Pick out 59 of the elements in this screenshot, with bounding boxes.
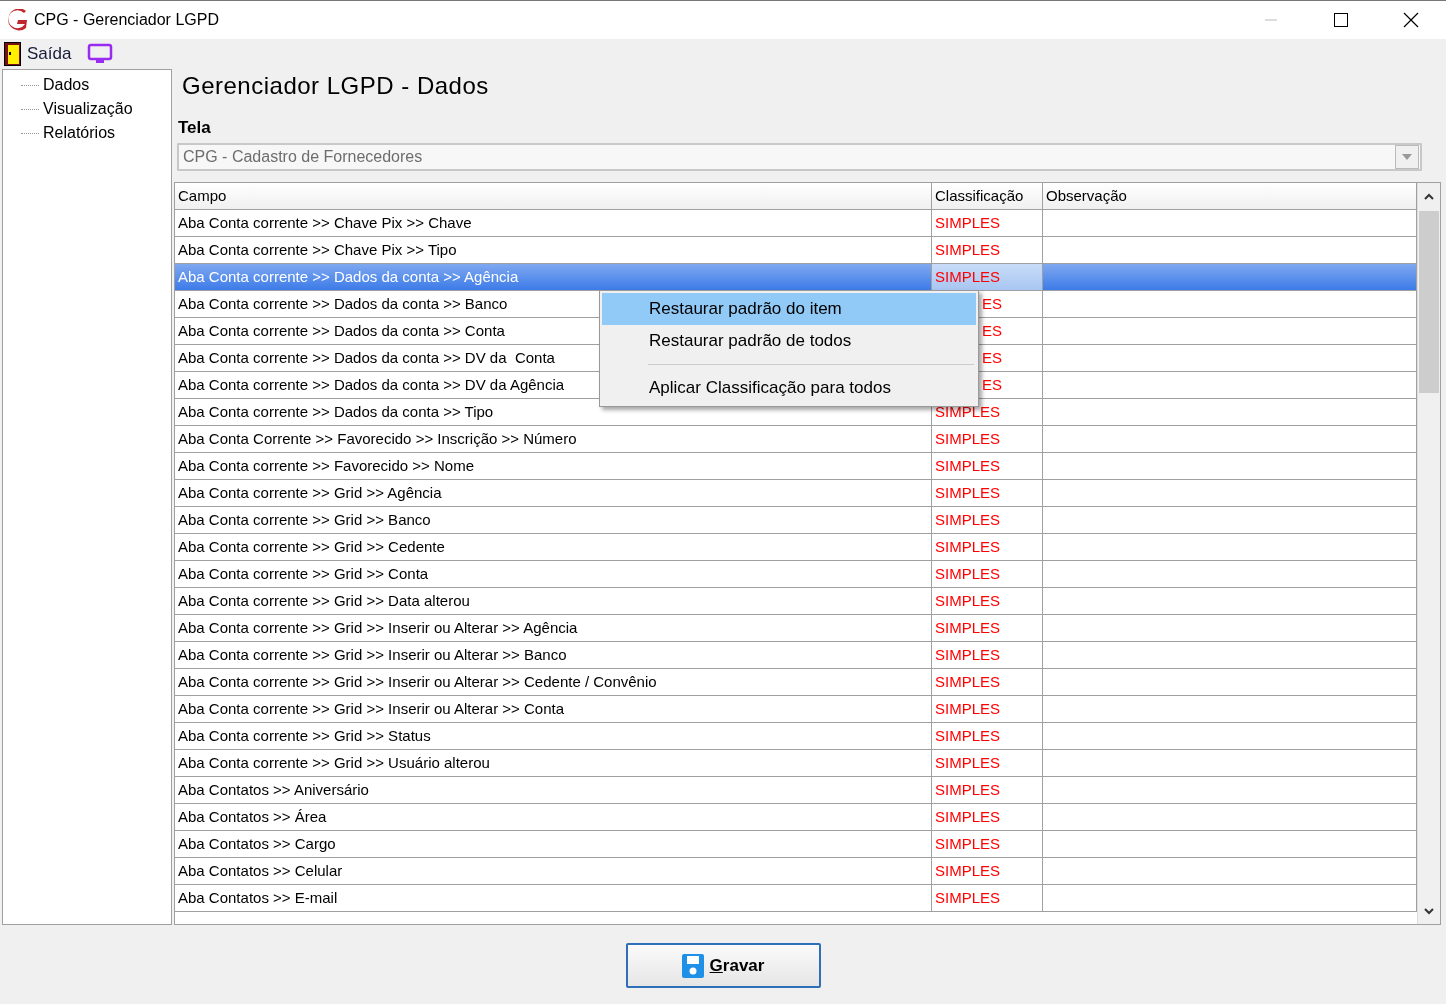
menu-item[interactable]: Restaurar padrão do item	[602, 293, 976, 325]
tree-item[interactable]: Visualização	[41, 100, 135, 118]
table-cell: SIMPLES	[932, 858, 1043, 885]
table-cell: Aba Contatos >> E-mail	[175, 885, 932, 912]
table-cell: Aba Conta corrente >> Grid >> Inserir ou Alterar >> Conta	[175, 696, 932, 723]
table-cell: SIMPLES	[932, 210, 1043, 237]
table-cell: Aba Conta corrente >> Favorecido >> Nome	[175, 453, 932, 480]
table-cell: SIMPLES	[932, 588, 1043, 615]
maximize-icon[interactable]	[1334, 13, 1348, 27]
table-cell: SIMPLES	[932, 534, 1043, 561]
table-cell: Aba Conta corrente >> Dados da conta >> Agência	[175, 264, 932, 291]
table-cell: Aba Contatos >> Aniversário	[175, 777, 932, 804]
table-cell: Aba Conta corrente >> Grid >> Banco	[175, 507, 932, 534]
save-button[interactable]: Gravar	[625, 943, 821, 988]
table-cell: SIMPLES	[932, 804, 1043, 831]
monitor-icon[interactable]	[87, 43, 114, 65]
table-cell: Aba Conta corrente >> Grid >> Conta	[175, 561, 932, 588]
table-cell: Aba Conta corrente >> Grid >> Inserir ou Alterar >> Cedente / Convênio	[175, 669, 932, 696]
table-cell: SIMPLES	[932, 777, 1043, 804]
table-cell: SIMPLES	[932, 615, 1043, 642]
table-cell: SIMPLES	[932, 426, 1043, 453]
table-cell: SIMPLES	[932, 696, 1043, 723]
table-cell: SIMPLES	[932, 642, 1043, 669]
table-cell: Aba Contatos >> Área	[175, 804, 932, 831]
tree-item[interactable]: Dados	[41, 76, 92, 94]
page-heading: Gerenciador LGPD - Dados	[181, 71, 490, 101]
table-cell: SIMPLES	[932, 453, 1043, 480]
table-cell: SIMPLES	[932, 831, 1043, 858]
table-cell: SIMPLES	[932, 669, 1043, 696]
scrollbar[interactable]	[1417, 183, 1440, 924]
table-cell: Aba Contatos >> Celular	[175, 858, 932, 885]
table-cell: Aba Contatos >> Cargo	[175, 831, 932, 858]
tree-item[interactable]: Relatórios	[41, 124, 118, 142]
table-cell: Aba Conta corrente >> Grid >> Inserir ou Alterar >> Banco	[175, 642, 932, 669]
table-cell: Aba Conta corrente >> Grid >> Agência	[175, 480, 932, 507]
table-cell: Aba Conta corrente >> Chave Pix >> Chave	[175, 210, 932, 237]
column-header[interactable]: Classificação	[932, 183, 1043, 210]
window-title: CPG - Gerenciador LGPD	[34, 11, 219, 29]
table-cell: Aba Conta corrente >> Grid >> Inserir ou Alterar >> Agência	[175, 615, 932, 642]
column-header[interactable]: Campo	[175, 183, 932, 210]
exit-button[interactable]: Saída	[4, 42, 72, 66]
table-cell: Aba Conta corrente >> Grid >> Cedente	[175, 534, 932, 561]
app-logo-icon	[6, 9, 28, 31]
door-icon	[4, 42, 21, 66]
close-icon[interactable]	[1403, 12, 1419, 28]
table-cell: SIMPLES	[932, 507, 1043, 534]
table-cell: Aba Conta corrente >> Grid >> Data alterou	[175, 588, 932, 615]
field-label: Tela	[178, 118, 212, 138]
table-cell: SIMPLES	[932, 264, 1043, 291]
column-header[interactable]: Observação	[1043, 183, 1417, 210]
table-cell: SIMPLES	[932, 885, 1043, 912]
table-cell: SIMPLES	[932, 480, 1043, 507]
table-cell: Aba Conta Corrente >> Favorecido >> Inscrição >> Número	[175, 426, 932, 453]
table-cell: SIMPLES	[932, 750, 1043, 777]
scroll-thumb[interactable]	[1419, 211, 1439, 393]
table-cell: SIMPLES	[932, 561, 1043, 588]
table-cell: SIMPLES	[932, 723, 1043, 750]
table-cell: Aba Conta corrente >> Grid >> Usuário alterou	[175, 750, 932, 777]
table-cell: Aba Conta corrente >> Grid >> Status	[175, 723, 932, 750]
